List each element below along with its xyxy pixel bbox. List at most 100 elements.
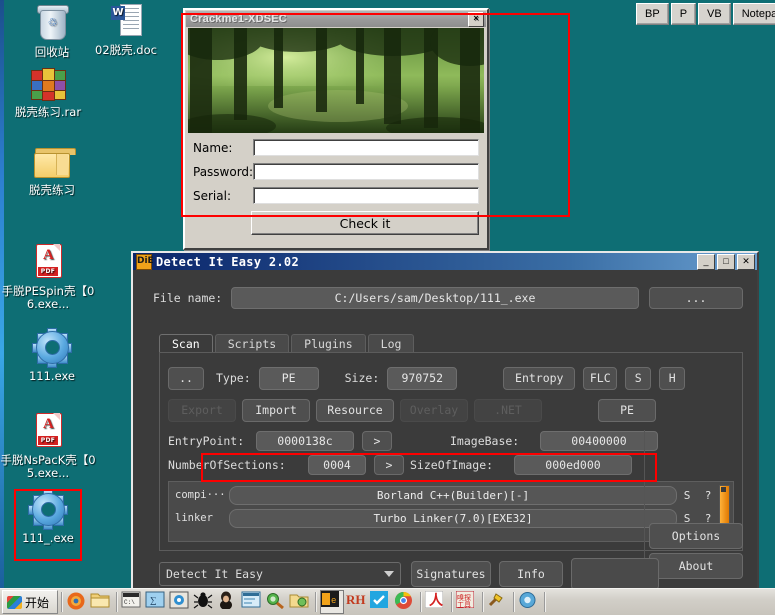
taskbar-icon-checkmark-app[interactable] bbox=[370, 591, 392, 613]
type-value[interactable]: PE bbox=[258, 366, 319, 390]
file-name-field[interactable]: C:/Users/sam/Desktop/111_.exe bbox=[231, 287, 639, 309]
toolbar-button-notepad[interactable]: Notepa bbox=[732, 3, 775, 25]
desktop-icon-folder-practice[interactable]: 脱壳练习 bbox=[4, 148, 100, 197]
desktop-icon-pdf-pespin[interactable]: A PDF 手脱PESpin壳【06.exe... bbox=[0, 243, 96, 311]
taskbar-icon-hammer-tool[interactable] bbox=[487, 591, 509, 613]
toolbar-button-vb[interactable]: VB bbox=[698, 3, 731, 25]
folder-icon bbox=[4, 148, 100, 181]
taskbar-icon-avatar[interactable] bbox=[217, 591, 239, 613]
taskbar-icon-debugger-bug[interactable] bbox=[193, 591, 215, 613]
result-scan-badge[interactable]: S bbox=[677, 489, 697, 502]
die-title-bar[interactable]: DiE Detect It Easy 2.02 _ □ ✕ bbox=[133, 253, 757, 270]
desktop-icon-rar-archive[interactable]: 脱壳练习.rar bbox=[0, 68, 96, 119]
check-it-button[interactable]: Check it bbox=[251, 211, 479, 235]
close-icon[interactable]: ✕ bbox=[737, 253, 755, 270]
start-button[interactable]: 开始 bbox=[2, 590, 59, 614]
blank-panel-button[interactable] bbox=[571, 558, 659, 590]
dotnet-button[interactable]: .NET bbox=[474, 398, 542, 422]
svg-text:工具: 工具 bbox=[457, 601, 471, 608]
windows-flag-icon bbox=[7, 595, 22, 609]
imagebase-value[interactable]: 00400000 bbox=[540, 431, 658, 451]
import-button[interactable]: Import bbox=[242, 398, 310, 422]
crackme-title-bar[interactable]: Crackme1-XDSEC × bbox=[186, 11, 486, 27]
sizeofimage-label: SizeOfImage: bbox=[410, 458, 494, 472]
options-button[interactable]: Options bbox=[649, 523, 743, 549]
tab-plugins[interactable]: Plugins bbox=[291, 334, 366, 353]
maximize-icon[interactable]: □ bbox=[717, 253, 735, 270]
taskbar-icon-peid[interactable] bbox=[169, 591, 191, 613]
entrypoint-value[interactable]: 0000138c bbox=[256, 431, 354, 451]
password-input[interactable] bbox=[253, 163, 479, 180]
taskbar-icon-explorer-window[interactable] bbox=[289, 591, 311, 613]
result-row-compiler[interactable]: compi··· Borland C++(Builder)[-] S ? bbox=[169, 485, 733, 505]
result-value[interactable]: Borland C++(Builder)[-] bbox=[229, 485, 677, 505]
taskbar-icon-acrobat[interactable]: 人 bbox=[424, 590, 447, 613]
taskbar-icon-firefox[interactable] bbox=[66, 591, 88, 613]
desktop: ♲ 回收站 W 02脱壳.doc 脱壳练习.rar 脱壳练习 A PDF 手脱P… bbox=[0, 0, 775, 615]
desktop-icon-exe-111[interactable]: 111.exe bbox=[4, 328, 100, 383]
taskbar-icon-window-app[interactable] bbox=[241, 591, 263, 613]
desktop-icon-doc-02[interactable]: W 02脱壳.doc bbox=[78, 2, 174, 57]
hex-button[interactable]: H bbox=[659, 366, 686, 390]
strings-button[interactable]: S bbox=[625, 366, 652, 390]
taskbar-icon-detect-it-easy[interactable]: e bbox=[320, 590, 345, 614]
crackme-field-row-name: Name: bbox=[193, 139, 479, 156]
resource-button[interactable]: Resource bbox=[316, 398, 394, 422]
overlay-button[interactable]: Overlay bbox=[400, 398, 468, 422]
detect-it-easy-window[interactable]: DiE Detect It Easy 2.02 _ □ ✕ File name:… bbox=[131, 251, 759, 599]
taskbar-icon-ollydbg[interactable]: ∑ bbox=[145, 591, 167, 613]
sections-value[interactable]: 0004 bbox=[308, 455, 366, 475]
tab-scan[interactable]: Scan bbox=[159, 334, 213, 353]
size-value[interactable]: 970752 bbox=[387, 366, 458, 390]
crackme-banner-image bbox=[188, 28, 484, 133]
desktop-icon-label: 手脱PESpin壳【06.exe... bbox=[1, 284, 95, 311]
sections-row: NumberOfSections: 0004 > SizeOfImage: 00… bbox=[168, 455, 734, 475]
desktop-icon-pdf-nspack[interactable]: A PDF 手脱NsPacK壳【05.exe... bbox=[0, 412, 96, 480]
tab-log[interactable]: Log bbox=[367, 334, 415, 353]
gear-executable-icon bbox=[4, 328, 100, 368]
entropy-button[interactable]: Entropy bbox=[503, 366, 576, 390]
sizeofimage-value[interactable]: 000ed000 bbox=[514, 455, 632, 475]
browse-button[interactable]: ... bbox=[649, 287, 743, 309]
pdf-file-icon: A PDF bbox=[0, 243, 96, 282]
serial-input[interactable] bbox=[253, 187, 479, 204]
tab-scripts[interactable]: Scripts bbox=[214, 334, 290, 353]
taskbar-icon-chrome[interactable] bbox=[394, 591, 416, 613]
desktop-icon-label: 手脱NsPacK壳【05.exe... bbox=[0, 453, 96, 480]
signature-database-value: Detect It Easy bbox=[166, 567, 263, 581]
toolbar-button-bp[interactable]: BP bbox=[636, 3, 669, 25]
pe-directory-row: Export Import Resource Overlay .NET PE bbox=[168, 398, 734, 422]
minimize-icon[interactable]: _ bbox=[697, 253, 715, 270]
taskbar-divider bbox=[451, 592, 453, 612]
close-icon[interactable]: × bbox=[468, 11, 484, 27]
parent-dir-button[interactable]: .. bbox=[168, 366, 204, 390]
taskbar-divider bbox=[482, 592, 484, 612]
taskbar-icon-folder[interactable] bbox=[90, 591, 112, 613]
flc-button[interactable]: FLC bbox=[583, 366, 618, 390]
taskbar-icon-console[interactable]: C:\ bbox=[121, 591, 143, 613]
toolbar-button-p[interactable]: P bbox=[670, 3, 697, 25]
taskbar-divider bbox=[116, 592, 118, 612]
result-help-badge[interactable]: ? bbox=[697, 489, 719, 502]
name-input[interactable] bbox=[253, 139, 479, 156]
pe-button[interactable]: PE bbox=[598, 398, 656, 422]
imagebase-label: ImageBase: bbox=[450, 434, 520, 448]
export-button[interactable]: Export bbox=[168, 398, 236, 422]
result-value[interactable]: Turbo Linker(7.0)[EXE32] bbox=[229, 508, 677, 528]
crackme-form: Name: Password: Serial: bbox=[185, 133, 487, 204]
info-button[interactable]: Info bbox=[499, 561, 563, 587]
die-app-icon: DiE bbox=[136, 253, 154, 270]
sections-goto-button[interactable]: > bbox=[374, 455, 404, 475]
crackme-window[interactable]: Crackme1-XDSEC × Name: Password: Serial:… bbox=[183, 8, 489, 250]
svg-text:C:\: C:\ bbox=[124, 599, 135, 606]
taskbar-icon-gear-app[interactable] bbox=[518, 591, 540, 613]
start-label: 开始 bbox=[25, 595, 50, 610]
taskbar-icon-resource-hacker[interactable]: RH bbox=[346, 591, 368, 613]
signature-database-select[interactable]: Detect It Easy bbox=[159, 562, 401, 586]
signatures-button[interactable]: Signatures bbox=[411, 561, 491, 587]
taskbar-icon-chinese-app[interactable]: 嗅探 工具 bbox=[455, 590, 478, 613]
taskbar-icon-search-tool[interactable] bbox=[265, 591, 287, 613]
taskbar-divider bbox=[420, 592, 422, 612]
entrypoint-goto-button[interactable]: > bbox=[362, 431, 392, 451]
winrar-archive-icon bbox=[0, 68, 96, 103]
